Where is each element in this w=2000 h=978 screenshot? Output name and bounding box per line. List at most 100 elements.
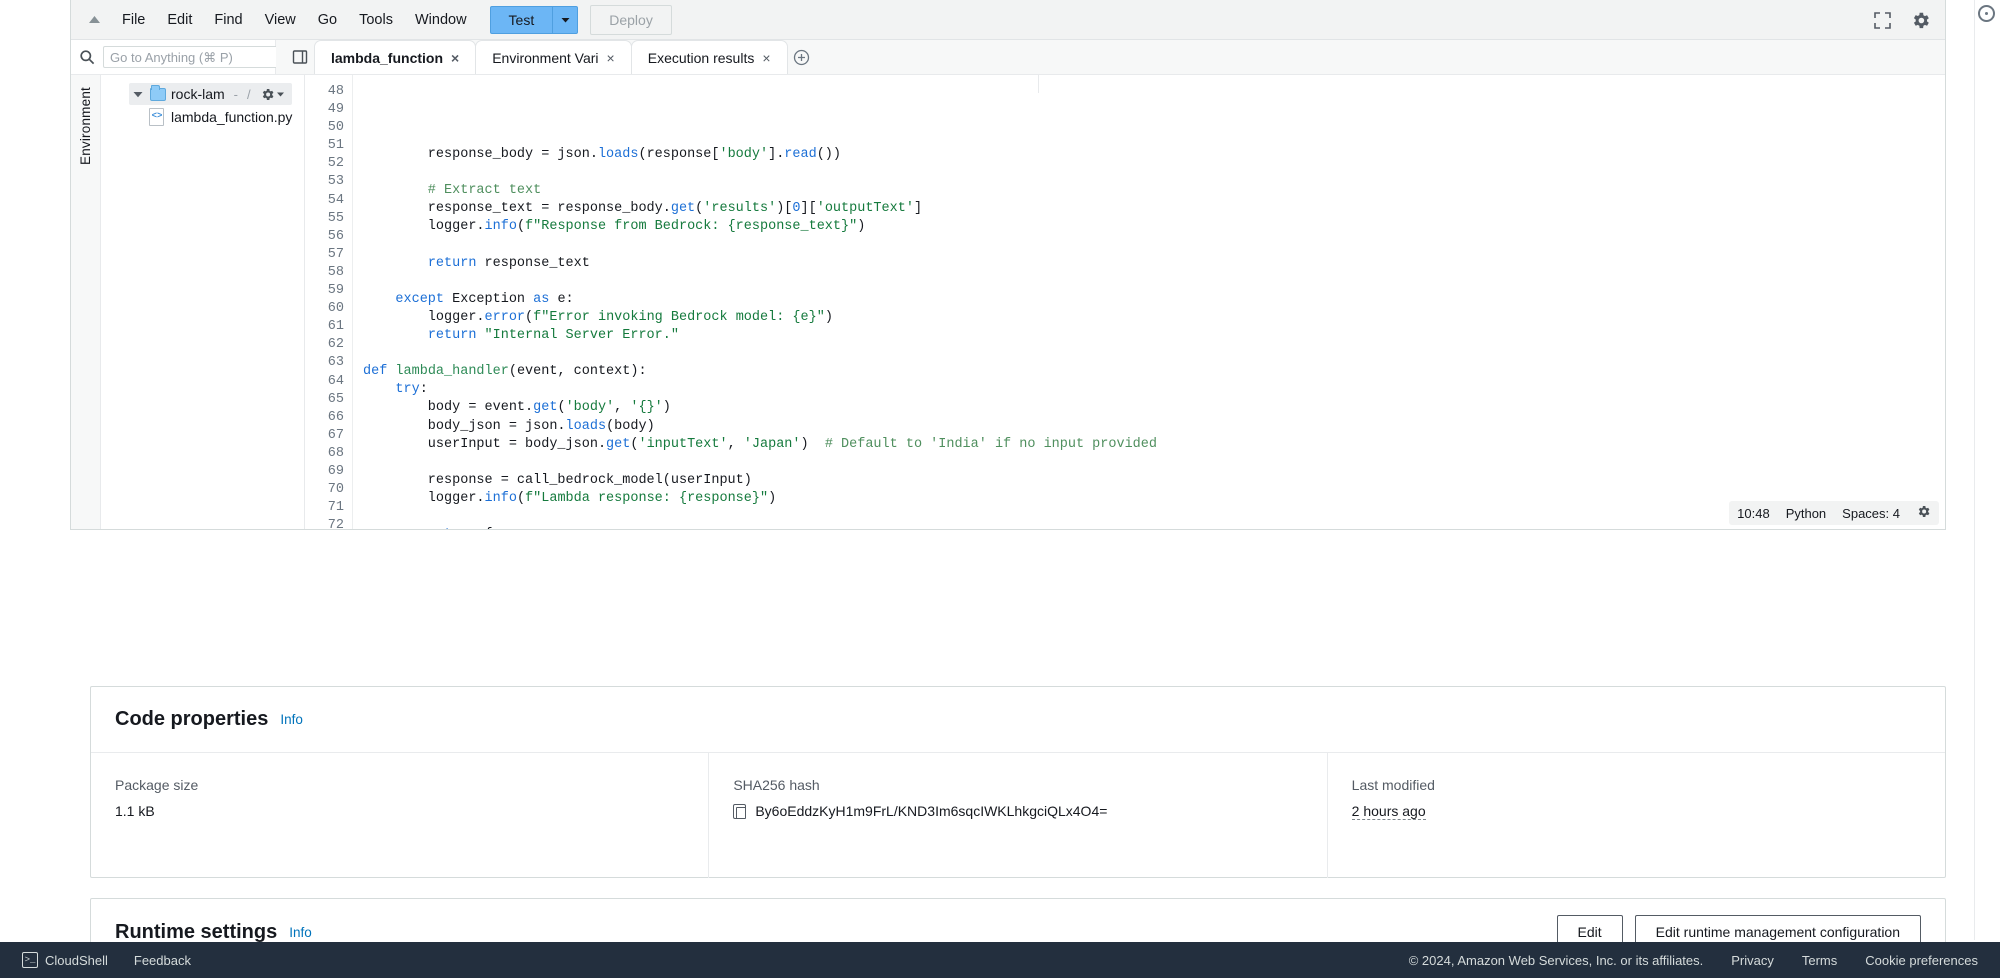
- editor-tab-bar: lambda_function × Environment Vari × Exe…: [276, 40, 1945, 75]
- tree-gear-icon[interactable]: [260, 87, 284, 102]
- line-number: 70: [327, 482, 344, 498]
- help-panel-icon[interactable]: [1978, 5, 1995, 22]
- code-line[interactable]: body_json = json.loads(body): [363, 418, 1945, 436]
- menu-window[interactable]: Window: [404, 8, 478, 32]
- code-line[interactable]: [363, 237, 1945, 255]
- deploy-button[interactable]: Deploy: [590, 4, 672, 35]
- ide-menu-bar-right: [1873, 0, 1931, 40]
- cursor-position[interactable]: 10:48: [1737, 506, 1770, 521]
- info-link[interactable]: Info: [289, 925, 312, 940]
- line-number: 51: [327, 138, 344, 154]
- line-number: 63: [327, 355, 344, 371]
- menu-view[interactable]: View: [254, 8, 307, 32]
- code-editor-panel: File Edit Find View Go Tools Window Test…: [70, 0, 1946, 530]
- code-line[interactable]: response_body = json.loads(response['bod…: [363, 146, 1945, 164]
- feedback-link[interactable]: Feedback: [134, 953, 191, 968]
- ide-body: Environment rock-lam - / <> lambda_funct…: [71, 75, 1945, 529]
- indent-setting[interactable]: Spaces: 4: [1842, 506, 1900, 521]
- tree-file-label: lambda_function.py: [171, 109, 293, 125]
- line-number: 59: [327, 283, 344, 299]
- tab-execution-results[interactable]: Execution results ×: [630, 40, 788, 74]
- privacy-link[interactable]: Privacy: [1731, 953, 1774, 968]
- code-line[interactable]: except Exception as e:: [363, 291, 1945, 309]
- copy-icon[interactable]: [733, 803, 747, 819]
- line-number: 58: [327, 264, 344, 280]
- terms-link[interactable]: Terms: [1802, 953, 1837, 968]
- cookie-preferences-link[interactable]: Cookie preferences: [1865, 953, 1978, 968]
- code-editor[interactable]: 48 49 50 51 52 53 54 55 56 57 58 59 60 61 62 63 64 65 66 67…: [305, 75, 1945, 529]
- sha256-value-row: By6oEddzKyH1m9FrL/KND3Im6sqcIWKLhkgciQLx…: [733, 803, 1326, 819]
- menu-file[interactable]: File: [111, 8, 156, 32]
- close-icon[interactable]: ×: [762, 50, 770, 66]
- code-line[interactable]: return "Internal Server Error.": [363, 327, 1945, 345]
- tab-list-icon[interactable]: [286, 40, 314, 74]
- code-line[interactable]: body = event.get('body', '{}'): [363, 399, 1945, 417]
- code-line[interactable]: logger.info(f"Response from Bedrock: {re…: [363, 218, 1945, 236]
- line-number: 68: [327, 445, 344, 461]
- code-line[interactable]: logger.error(f"Error invoking Bedrock mo…: [363, 309, 1945, 327]
- code-content[interactable]: response_body = json.loads(response['bod…: [353, 75, 1945, 529]
- code-line[interactable]: [363, 273, 1945, 291]
- line-number: 64: [327, 373, 344, 389]
- info-link[interactable]: Info: [280, 712, 303, 727]
- code-line[interactable]: return {: [363, 526, 1945, 529]
- code-area: 48 49 50 51 52 53 54 55 56 57 58 59 60 61 62 63 64 65 66 67…: [305, 75, 1945, 529]
- close-icon[interactable]: ×: [607, 50, 615, 66]
- search-input[interactable]: [103, 46, 293, 68]
- environment-rail-label: Environment: [78, 87, 93, 165]
- line-number: 54: [327, 192, 344, 208]
- test-button-group: Test: [489, 5, 579, 34]
- code-properties-header: Code properties Info: [91, 687, 1945, 753]
- test-button[interactable]: Test: [489, 5, 553, 34]
- close-icon[interactable]: ×: [451, 50, 459, 66]
- code-line[interactable]: [363, 164, 1945, 182]
- tab-environment-variables[interactable]: Environment Vari ×: [475, 40, 632, 74]
- code-line[interactable]: [363, 345, 1945, 363]
- gear-icon[interactable]: [1916, 504, 1931, 522]
- gear-icon[interactable]: [1910, 10, 1931, 31]
- plus-icon[interactable]: [787, 40, 817, 74]
- ide-menu-bar: File Edit Find View Go Tools Window Test…: [71, 0, 1945, 40]
- menu-find[interactable]: Find: [203, 8, 253, 32]
- caret-up-icon[interactable]: [81, 7, 107, 33]
- code-line[interactable]: [363, 454, 1945, 472]
- code-line[interactable]: # Extract text: [363, 182, 1945, 200]
- code-line[interactable]: [363, 508, 1945, 526]
- tab-lambda-function[interactable]: lambda_function ×: [314, 40, 477, 74]
- line-number: 48: [327, 84, 344, 99]
- python-file-icon: [147, 108, 167, 126]
- last-modified-value[interactable]: 2 hours ago: [1351, 803, 1426, 820]
- menu-go[interactable]: Go: [307, 8, 348, 32]
- environment-rail[interactable]: Environment: [71, 75, 101, 529]
- code-line[interactable]: def lambda_handler(event, context):: [363, 363, 1945, 381]
- console-footer: >_ CloudShell Feedback © 2024, Amazon We…: [0, 942, 2000, 978]
- line-number: 57: [327, 246, 344, 262]
- cloudshell-button[interactable]: >_ CloudShell: [22, 952, 108, 968]
- code-line[interactable]: userInput = body_json.get('inputText', '…: [363, 436, 1945, 454]
- chevron-down-icon[interactable]: [133, 91, 145, 98]
- tree-root-rock-lam[interactable]: rock-lam - /: [129, 83, 292, 105]
- package-size-value: 1.1 kB: [115, 803, 155, 819]
- file-tree: rock-lam - / lambda_function.py: [101, 75, 305, 529]
- code-line[interactable]: [363, 128, 1945, 146]
- menu-edit[interactable]: Edit: [156, 8, 203, 32]
- menu-tools[interactable]: Tools: [348, 8, 404, 32]
- last-modified-column: Last modified 2 hours ago: [1326, 753, 1945, 878]
- code-line[interactable]: try:: [363, 381, 1945, 399]
- terminal-icon: >_: [22, 952, 38, 968]
- tree-file-lambda-function-py[interactable]: lambda_function.py: [101, 105, 304, 129]
- line-number: 50: [327, 120, 344, 136]
- code-line[interactable]: response_text = response_body.get('resul…: [363, 200, 1945, 218]
- line-number: 69: [327, 463, 344, 479]
- copyright-text: © 2024, Amazon Web Services, Inc. or its…: [1408, 952, 1704, 968]
- language-mode[interactable]: Python: [1786, 506, 1826, 521]
- code-line[interactable]: logger.info(f"Lambda response: {response…: [363, 490, 1945, 508]
- right-side-rail: [1974, 0, 2000, 940]
- caret-down-icon[interactable]: [552, 5, 579, 34]
- tree-root-separator: -: [233, 86, 239, 102]
- code-line[interactable]: return response_text: [363, 255, 1945, 273]
- tab-label: lambda_function: [331, 49, 444, 66]
- fullscreen-icon[interactable]: [1873, 11, 1892, 30]
- code-line[interactable]: response = call_bedrock_model(userInput): [363, 472, 1945, 490]
- ide-sub-bar: lambda_function × Environment Vari × Exe…: [71, 40, 1945, 75]
